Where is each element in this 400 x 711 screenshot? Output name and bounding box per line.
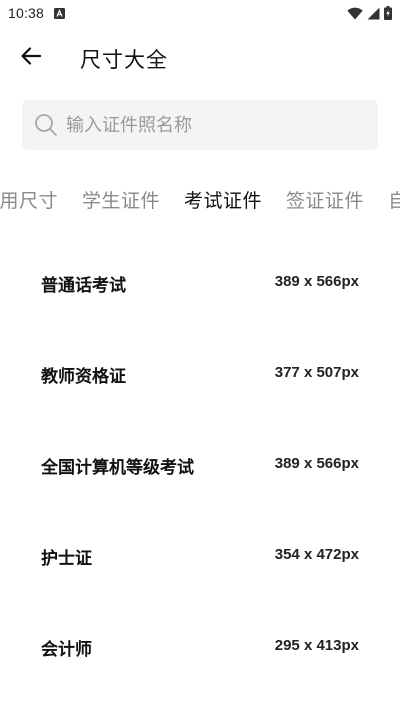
tab-item[interactable]: 自定义	[388, 186, 400, 213]
tab-item[interactable]: 常用尺寸	[0, 186, 58, 213]
size-name: 会计师	[41, 640, 92, 660]
size-list-item[interactable]: 普通话考试 389 x 566px	[0, 236, 400, 327]
size-dimensions: 377 x 507px	[274, 364, 359, 381]
tab-item[interactable]: 考试证件	[184, 186, 262, 213]
size-list: 普通话考试 389 x 566px 教师资格证 377 x 507px 全国计算机等级考…	[0, 236, 400, 691]
search-box[interactable]	[22, 100, 378, 150]
size-dimensions: 295 x 413px	[274, 637, 359, 654]
status-icons	[347, 6, 392, 20]
arrow-left-icon	[21, 47, 42, 69]
size-list-item[interactable]: 护士证 354 x 472px	[0, 509, 400, 600]
battery-charging-icon	[384, 6, 392, 20]
size-name: 教师资格证	[41, 367, 126, 387]
tab-item[interactable]: 学生证件	[82, 186, 160, 213]
size-list-item[interactable]: 教师资格证 377 x 507px	[0, 327, 400, 418]
status-bar: 10:38	[0, 0, 400, 26]
page-title: 尺寸大全	[80, 48, 168, 72]
size-dimensions: 389 x 566px	[274, 273, 359, 290]
tabs-track: 常用尺寸学生证件考试证件签证证件 自定义	[0, 186, 400, 213]
signal-icon	[367, 7, 380, 20]
size-dimensions: 354 x 472px	[274, 546, 359, 563]
size-name: 普通话考试	[41, 276, 126, 296]
back-button[interactable]	[14, 42, 48, 74]
size-name: 全国计算机等级考试	[41, 458, 194, 478]
status-time: 10:38	[8, 5, 45, 21]
wifi-icon	[347, 7, 363, 20]
size-list-item[interactable]: 会计师 295 x 413px	[0, 600, 400, 691]
notification-a-icon	[54, 7, 66, 19]
app-bar: 尺寸大全	[0, 30, 400, 86]
tab-item[interactable]: 签证证件	[286, 186, 364, 213]
search-input[interactable]	[66, 114, 356, 136]
size-list-item[interactable]: 全国计算机等级考试 389 x 566px	[0, 418, 400, 509]
category-tabs: 常用尺寸学生证件考试证件签证证件 自定义	[0, 178, 400, 222]
size-dimensions: 389 x 566px	[274, 455, 359, 472]
size-name: 护士证	[41, 549, 92, 569]
search-icon	[34, 113, 58, 137]
